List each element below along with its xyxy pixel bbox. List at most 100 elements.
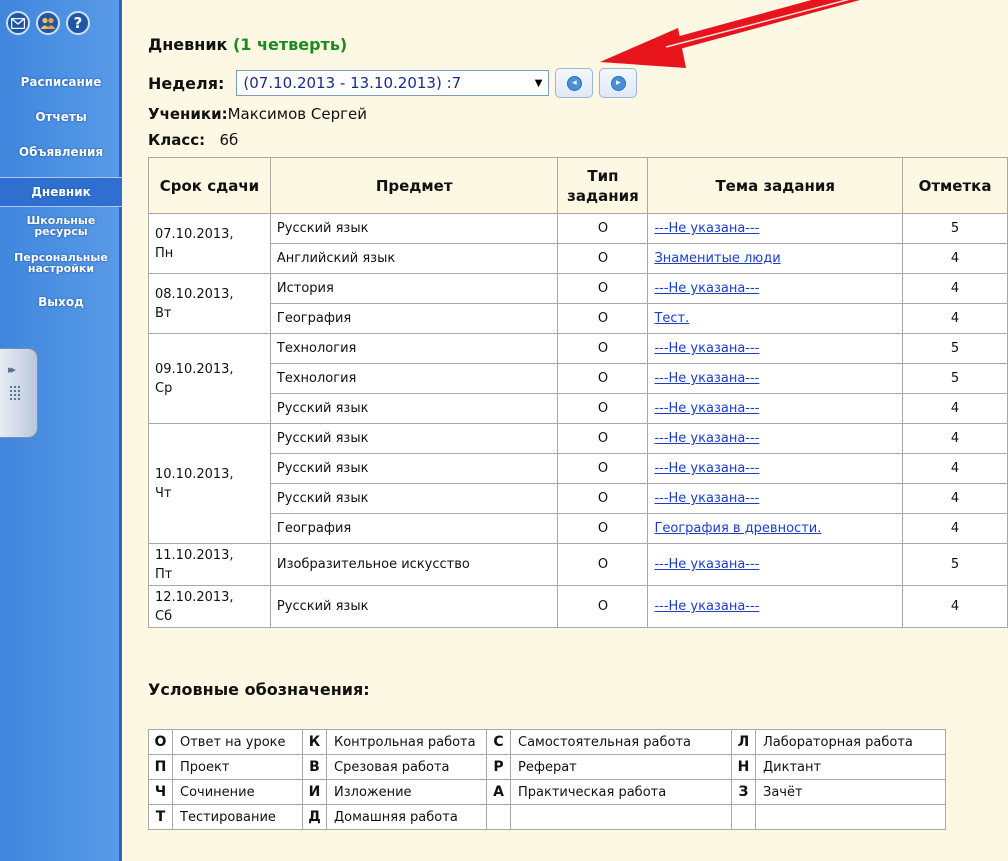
nav-diary[interactable]: Дневник [0,177,122,207]
topic-link[interactable]: Тест. [654,311,689,326]
legend-code: Ч [148,779,173,805]
users-icon[interactable] [36,11,60,35]
col-subject: Предмет [269,157,559,214]
legend-description: Тестирование [172,804,303,830]
topic-link[interactable]: ---Не указана--- [654,281,759,296]
legend-row: Т Тестирование Д Домашняя работа [148,804,946,830]
mark-cell: 4 [902,483,1008,514]
col-task-type-l1: Тип [587,166,619,185]
legend-code: И [302,779,327,805]
topic-cell: ---Не указана--- [647,483,904,514]
subject-cell: Технология [269,363,559,394]
topic-cell: ---Не указана--- [647,273,904,304]
legend-description: Реферат [510,754,732,780]
nav-schedule[interactable]: Расписание [0,76,122,88]
legend-code: Т [148,804,173,830]
col-task-type-l2: задания [567,186,639,205]
mark-cell: 5 [902,543,1008,586]
task-type-cell: О [557,585,649,628]
legend-description: Контрольная работа [326,729,487,755]
page-title: Дневник (1 четверть) [148,35,347,54]
nav-logout[interactable]: Выход [0,296,122,308]
panel-toggle-handle[interactable]: ▸▸ [0,348,38,438]
topic-link[interactable]: ---Не указана--- [654,401,759,416]
subject-cell: Изобразительное искусство [269,543,559,586]
topic-link[interactable]: ---Не указана--- [654,461,759,476]
legend-code: О [148,729,173,755]
prev-week-button[interactable]: ◂ [555,68,594,98]
topic-link[interactable]: ---Не указана--- [654,221,759,236]
nav-school-resources[interactable]: Школьные ресурсы [0,215,122,237]
nav-personal-settings[interactable]: Персональные настройки [0,252,122,274]
mark-cell: 5 [902,213,1008,244]
subject-cell: Русский язык [269,393,559,424]
due-date: 12.10.2013, [155,589,234,605]
task-type-cell: О [557,513,649,544]
grid-dots-icon [9,385,21,401]
topic-link[interactable]: ---Не указана--- [654,431,759,446]
subject-cell: Технология [269,333,559,364]
col-task-type: Тип задания [557,157,649,214]
task-type-cell: О [557,363,649,394]
legend-code: Р [486,754,511,780]
due-weekday: Сб [155,608,173,624]
legend-description: Зачёт [755,779,946,805]
diary-table: Срок сдачи Предмет Тип задания Тема задан… [148,157,1008,628]
topic-link[interactable]: География в древности. [654,521,821,536]
legend-code: В [302,754,327,780]
topic-cell: Знаменитые люди [647,243,904,274]
topic-link[interactable]: ---Не указана--- [654,341,759,356]
topic-link[interactable]: ---Не указана--- [654,491,759,506]
legend-description [510,804,732,830]
mark-cell: 5 [902,333,1008,364]
legend-code [731,804,756,830]
nav-reports[interactable]: Отчеты [0,111,122,123]
due-date: 10.10.2013, [155,466,234,482]
legend-code: К [302,729,327,755]
topic-cell: ---Не указана--- [647,543,904,586]
class-label: Класс: [148,131,206,149]
nav-announcements[interactable]: Объявления [0,146,122,158]
subject-cell: География [269,513,559,544]
task-type-cell: О [557,213,649,244]
red-arrow-annotation [600,0,860,68]
topic-cell: ---Не указана--- [647,213,904,244]
due-weekday: Чт [155,485,172,501]
legend-code: Л [731,729,756,755]
legend-description: Проект [172,754,303,780]
task-type-cell: О [557,483,649,514]
topic-cell: Тест. [647,303,904,334]
diary-row: 09.10.2013, Ср Технология О ---Не указана---… [148,333,1008,424]
sidebar: ? Расписание Отчеты Объявления Дневник Ш… [0,0,122,861]
topic-link[interactable]: Знаменитые люди [654,251,780,266]
legend-code: Н [731,754,756,780]
subject-cell: Русский язык [269,423,559,454]
due-weekday: Пт [155,566,173,582]
week-label: Неделя: [148,73,225,93]
mail-icon[interactable] [6,11,30,35]
diary-row: 07.10.2013, Пн Русский язык О ---Не указана-… [148,213,1008,274]
topic-link[interactable]: ---Не указана--- [654,557,759,572]
legend-code [486,804,511,830]
subject-cell: Русский язык [269,483,559,514]
help-icon[interactable]: ? [66,11,90,35]
diary-row: 12.10.2013, Сб Русский язык О ---Не указана-… [148,585,1008,628]
diary-row: Технология О ---Не указана--- 5 [149,363,1008,394]
nav-personal-settings-line2: настройки [27,262,95,275]
due-date-cell: 10.10.2013, Чт [148,423,271,544]
subject-cell: Русский язык [269,585,559,628]
mark-cell: 4 [902,273,1008,304]
legend-code: П [148,754,173,780]
diary-row: 11.10.2013, Пт Изобразительное искусство О -… [148,543,1008,586]
legend-description: Практическая работа [510,779,732,805]
subject-cell: Английский язык [269,243,559,274]
topic-link[interactable]: ---Не указана--- [654,599,759,614]
due-date: 11.10.2013, [155,547,234,563]
legend-row: О Ответ на уроке К Контрольная работа С Самос… [148,729,946,755]
students-line: Ученики:Максимов Сергей [148,105,367,123]
chevron-down-icon: ▼ [534,77,543,89]
week-select[interactable]: (07.10.2013 - 13.10.2013) :7 ▼ [236,70,550,96]
legend-description: Срезовая работа [326,754,487,780]
topic-link[interactable]: ---Не указана--- [654,371,759,386]
diary-row: Русский язык О ---Не указана--- 4 [149,483,1008,514]
